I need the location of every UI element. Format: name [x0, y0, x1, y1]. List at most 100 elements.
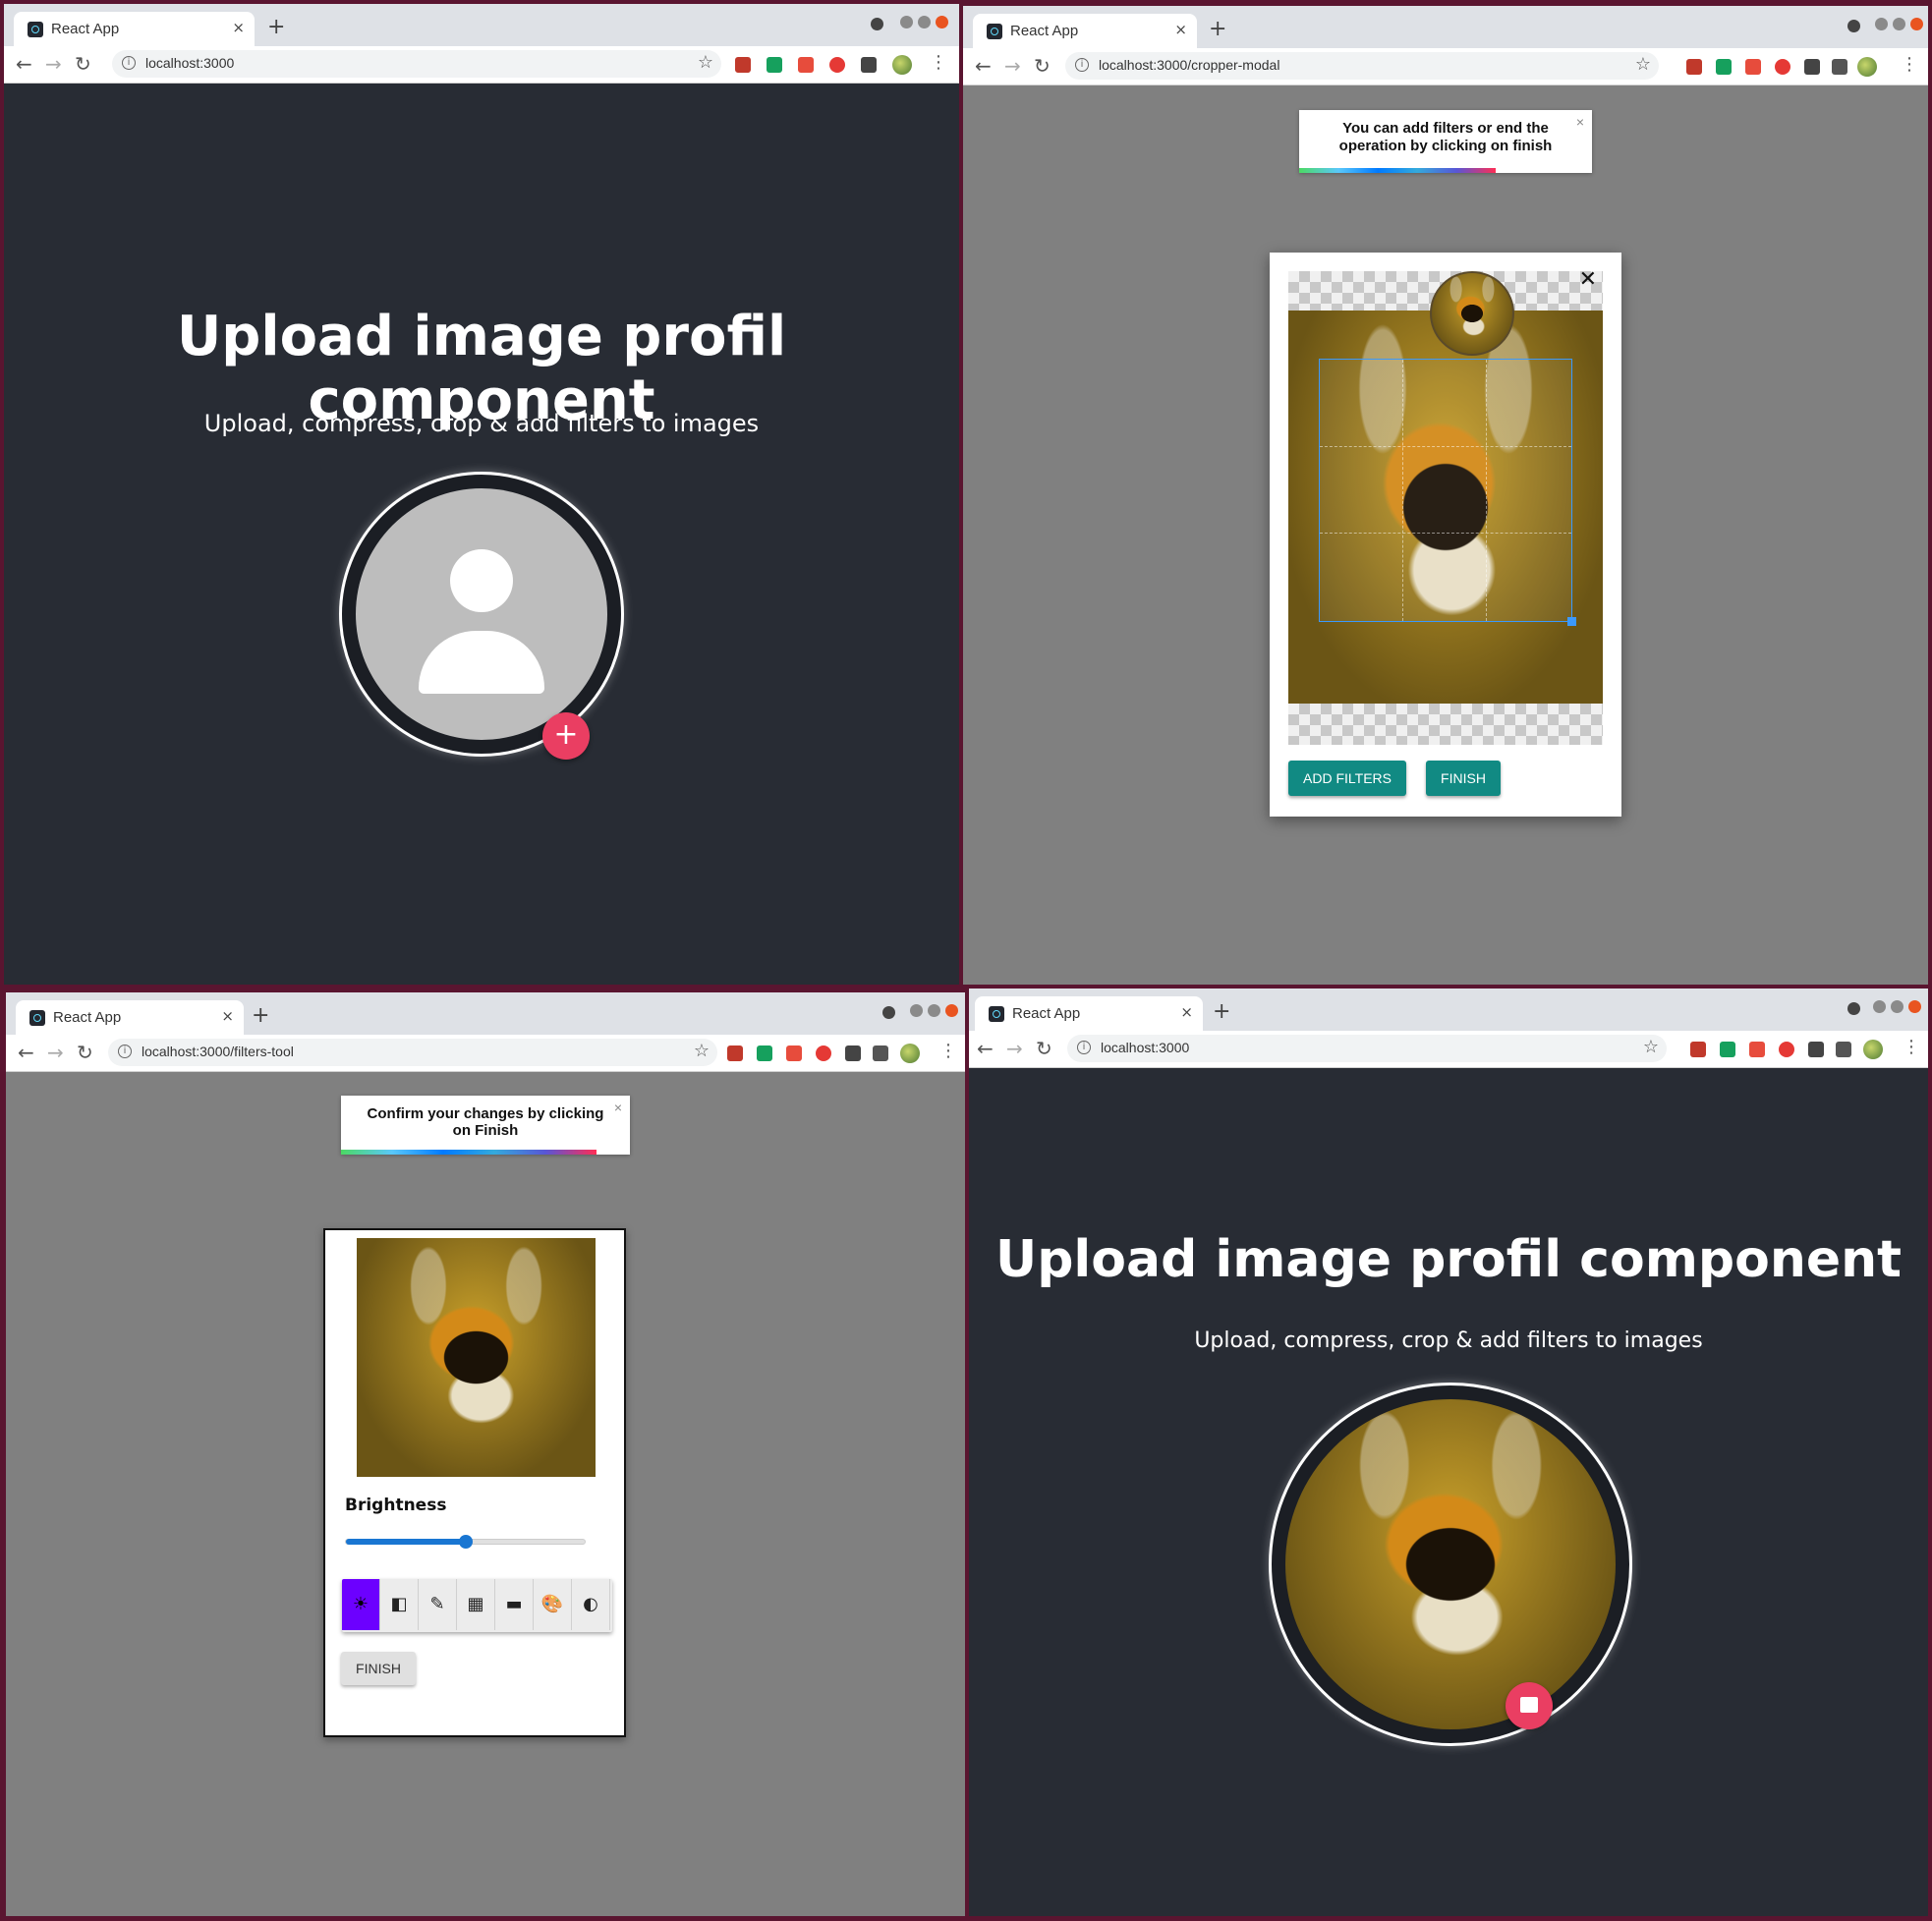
image-icon[interactable]: ▬	[495, 1579, 534, 1630]
profile-avatar[interactable]	[1863, 1040, 1883, 1059]
browser-tab[interactable]: React App ×	[975, 996, 1203, 1031]
block-extension-icon[interactable]	[816, 1045, 831, 1061]
playlist-extension-icon[interactable]	[1836, 1042, 1851, 1057]
resize-handle[interactable]	[1567, 617, 1576, 626]
crop-canvas[interactable]: ✕	[1288, 267, 1603, 745]
tab-close-icon[interactable]: ×	[1174, 21, 1187, 38]
new-tab-button[interactable]: +	[1209, 17, 1226, 41]
browser-tab[interactable]: React App ×	[14, 12, 255, 46]
tab-search-icon[interactable]	[1847, 1002, 1860, 1015]
block-extension-icon[interactable]	[829, 57, 845, 73]
add-filters-button[interactable]: ADD FILTERS	[1288, 761, 1406, 796]
tab-search-icon[interactable]	[882, 1006, 895, 1019]
close-cropper-icon[interactable]: ✕	[1579, 267, 1597, 292]
extension-icon[interactable]	[1686, 59, 1702, 75]
bookmark-star-icon[interactable]: ☆	[694, 1041, 710, 1061]
reload-button[interactable]: ↻	[1034, 54, 1051, 78]
block-extension-icon[interactable]	[1779, 1042, 1794, 1057]
browser-tab[interactable]: React App ×	[973, 14, 1197, 48]
bookmark-star-icon[interactable]: ☆	[1635, 54, 1651, 75]
reload-button[interactable]: ↻	[77, 1041, 93, 1064]
menu-kebab-icon[interactable]: ⋮	[1901, 54, 1918, 75]
address-bar[interactable]: i localhost:3000/cropper-modal ☆	[1065, 52, 1659, 80]
close-window-button[interactable]	[945, 1004, 958, 1017]
new-tab-button[interactable]: +	[1213, 999, 1230, 1024]
address-bar[interactable]: i localhost:3000/filters-tool ☆	[108, 1039, 717, 1066]
new-tab-button[interactable]: +	[252, 1003, 269, 1028]
profile-image[interactable]	[1285, 1399, 1616, 1729]
puzzle-extension-icon[interactable]	[861, 57, 877, 73]
profile-avatar[interactable]	[892, 55, 912, 75]
change-photo-button[interactable]	[1506, 1682, 1553, 1729]
avatar-placeholder[interactable]	[356, 488, 607, 740]
profile-avatar[interactable]	[900, 1044, 920, 1063]
extension-icon[interactable]	[786, 1045, 802, 1061]
extension-icon[interactable]	[735, 57, 751, 73]
brightness-slider[interactable]	[345, 1535, 586, 1549]
toast-close-icon[interactable]: ×	[614, 1100, 622, 1115]
address-bar[interactable]: i localhost:3000 ☆	[1067, 1035, 1667, 1062]
bookmark-star-icon[interactable]: ☆	[698, 52, 713, 73]
back-button[interactable]: ←	[16, 52, 32, 76]
extension-icon[interactable]	[1745, 59, 1761, 75]
forward-button[interactable]: →	[45, 52, 62, 76]
finish-button[interactable]: FINISH	[1426, 761, 1501, 796]
tab-search-icon[interactable]	[871, 18, 883, 30]
maximize-button[interactable]	[928, 1004, 940, 1017]
forward-button[interactable]: →	[1004, 54, 1021, 78]
minimize-button[interactable]	[1873, 1000, 1886, 1013]
puzzle-extension-icon[interactable]	[845, 1045, 861, 1061]
site-info-icon[interactable]: i	[1075, 58, 1089, 72]
site-info-icon[interactable]: i	[122, 56, 136, 70]
puzzle-extension-icon[interactable]	[1808, 1042, 1824, 1057]
playlist-extension-icon[interactable]	[1832, 59, 1847, 75]
new-tab-button[interactable]: +	[267, 15, 285, 39]
minimize-button[interactable]	[900, 16, 913, 28]
extension-icon[interactable]	[1690, 1042, 1706, 1057]
eyedropper-icon[interactable]: ✎	[419, 1579, 457, 1630]
flag-extension-icon[interactable]	[1720, 1042, 1735, 1057]
reload-button[interactable]: ↻	[75, 52, 91, 76]
tone-icon[interactable]: ◐	[572, 1579, 610, 1630]
playlist-extension-icon[interactable]	[873, 1045, 888, 1061]
extension-icon[interactable]	[798, 57, 814, 73]
menu-kebab-icon[interactable]: ⋮	[930, 52, 947, 73]
tab-search-icon[interactable]	[1847, 20, 1860, 32]
back-button[interactable]: ←	[975, 54, 992, 78]
tab-close-icon[interactable]: ×	[232, 19, 245, 36]
flag-extension-icon[interactable]	[767, 57, 782, 73]
tab-close-icon[interactable]: ×	[1180, 1003, 1193, 1021]
grain-icon[interactable]: ▦	[457, 1579, 495, 1630]
add-photo-button[interactable]: +	[542, 712, 590, 760]
brightness-icon[interactable]: ☀	[342, 1579, 380, 1630]
close-window-button[interactable]	[936, 16, 948, 28]
forward-button[interactable]: →	[47, 1041, 64, 1064]
back-button[interactable]: ←	[18, 1041, 34, 1064]
slider-thumb[interactable]	[458, 1535, 473, 1549]
forward-button[interactable]: →	[1006, 1037, 1023, 1060]
crop-box[interactable]	[1319, 359, 1576, 626]
browser-tab[interactable]: React App ×	[16, 1000, 244, 1035]
toast-close-icon[interactable]: ×	[1576, 114, 1584, 130]
palette-icon[interactable]: 🎨	[534, 1579, 572, 1630]
close-window-button[interactable]	[1910, 18, 1923, 30]
contrast-icon[interactable]: ◧	[380, 1579, 419, 1630]
close-window-button[interactable]	[1908, 1000, 1921, 1013]
maximize-button[interactable]	[1891, 1000, 1904, 1013]
bookmark-star-icon[interactable]: ☆	[1643, 1037, 1659, 1057]
menu-kebab-icon[interactable]: ⋮	[1903, 1037, 1920, 1057]
site-info-icon[interactable]: i	[118, 1045, 132, 1058]
maximize-button[interactable]	[918, 16, 931, 28]
back-button[interactable]: ←	[977, 1037, 994, 1060]
maximize-button[interactable]	[1893, 18, 1905, 30]
minimize-button[interactable]	[1875, 18, 1888, 30]
address-bar[interactable]: i localhost:3000 ☆	[112, 50, 721, 78]
minimize-button[interactable]	[910, 1004, 923, 1017]
tab-close-icon[interactable]: ×	[221, 1007, 234, 1025]
reload-button[interactable]: ↻	[1036, 1037, 1052, 1060]
puzzle-extension-icon[interactable]	[1804, 59, 1820, 75]
extension-icon[interactable]	[1749, 1042, 1765, 1057]
extension-icon[interactable]	[727, 1045, 743, 1061]
site-info-icon[interactable]: i	[1077, 1041, 1091, 1054]
profile-avatar[interactable]	[1857, 57, 1877, 77]
